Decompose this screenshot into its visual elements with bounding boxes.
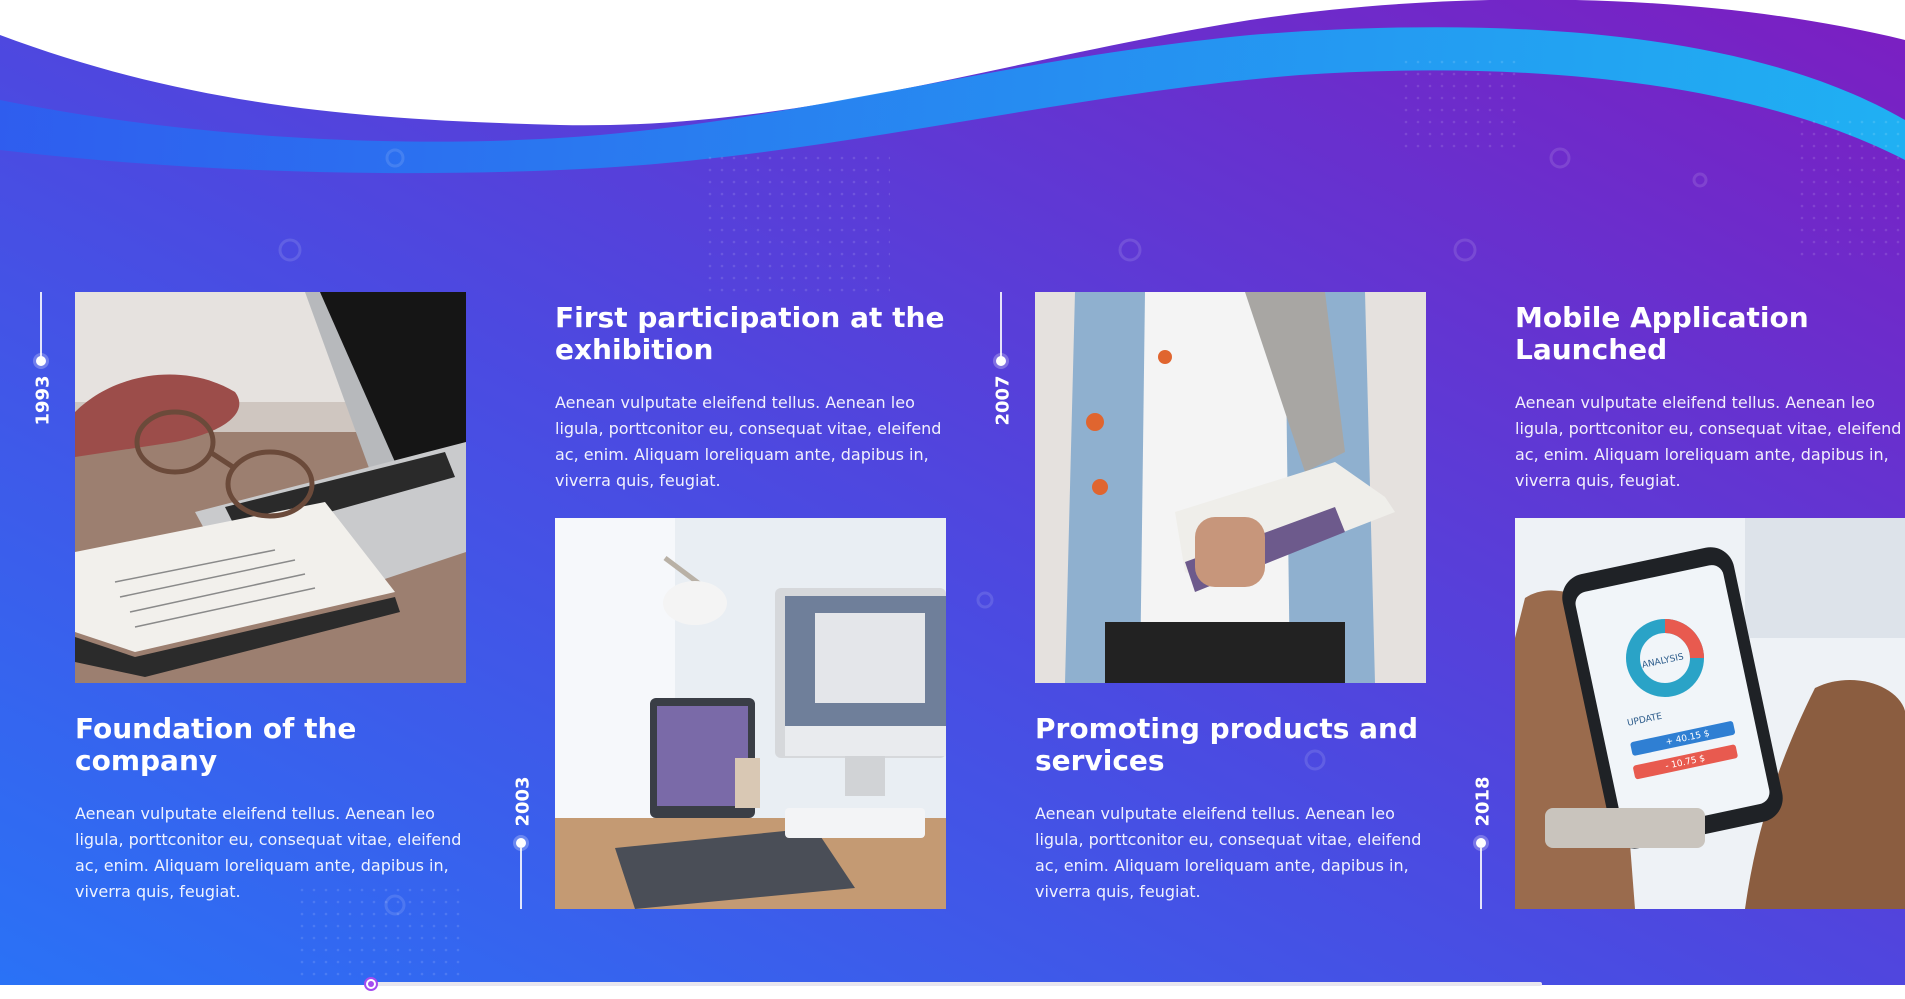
timeline-line [520, 848, 522, 909]
timeline-description: Aenean vulputate eleifend tellus. Aenean… [555, 393, 942, 490]
timeline-dot [996, 356, 1006, 366]
timeline-image-desktop [555, 518, 946, 909]
timeline-dot [516, 838, 526, 848]
timeline-year: 2003 [512, 776, 534, 827]
timeline-scroll-handle[interactable] [364, 977, 378, 991]
timeline-description: Aenean vulputate eleifend tellus. Aenean… [1515, 393, 1902, 490]
timeline-line [40, 292, 42, 358]
timeline-scroll-track[interactable] [370, 982, 1542, 986]
timeline-year: 1993 [32, 375, 54, 426]
timeline-description: Aenean vulputate eleifend tellus. Aenean… [1035, 804, 1422, 901]
timeline-year: 2018 [1472, 776, 1494, 827]
timeline-title: Promoting products and services [1035, 712, 1419, 777]
timeline-title: Mobile Application Launched [1515, 301, 1809, 366]
timeline-dot [1476, 838, 1486, 848]
timeline-line [1000, 292, 1002, 358]
timeline-title: First participation at the exhibition [555, 301, 945, 366]
timeline-image-laptop [75, 292, 466, 683]
timeline-section: 1993 Foundation of the company Aenean vu… [0, 0, 1905, 985]
timeline-year: 2007 [992, 375, 1014, 426]
timeline-image-student [1035, 292, 1426, 683]
timeline-line [1480, 848, 1482, 909]
timeline-title: Foundation of the company [75, 712, 357, 777]
timeline-image-phone: ANALYSIS + 40.15 $ - 10.75 $ UPDATE [1515, 518, 1905, 909]
timeline-dot [36, 356, 46, 366]
timeline-description: Aenean vulputate eleifend tellus. Aenean… [75, 804, 462, 901]
